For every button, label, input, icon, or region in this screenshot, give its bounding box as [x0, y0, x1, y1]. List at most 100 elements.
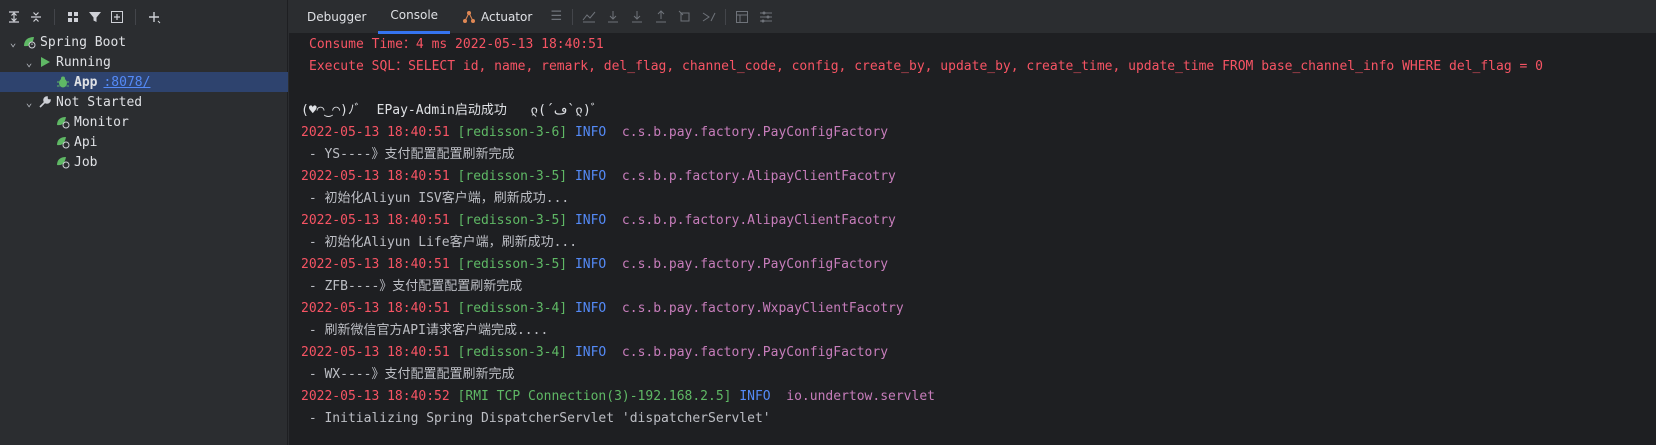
log-header-line: 2022-05-13 18:40:51 [redisson-3-4] INFO … [301, 298, 1656, 320]
tab-bar: Debugger Console Actuator ☰ [289, 0, 1656, 34]
spring-app-icon [54, 114, 72, 130]
log-level: INFO [739, 389, 771, 404]
chevron-down-icon[interactable]: ⌄ [22, 96, 36, 109]
log-timestamp: 2022-05-13 18:40:51 [301, 125, 450, 140]
new-tab-icon[interactable] [107, 7, 127, 27]
wrench-icon [36, 94, 54, 110]
log-header-line: 2022-05-13 18:40:51 [redisson-3-4] INFO … [301, 342, 1656, 364]
run-icon [36, 54, 54, 70]
log-message-line: - 初始化Aliyun Life客户端，刷新成功... [301, 235, 578, 250]
spring-app-icon [54, 154, 72, 170]
log-message-line: - Initializing Spring DispatcherServlet … [301, 411, 771, 426]
log-logger[interactable]: c.s.b.pay.factory.PayConfigFactory [622, 125, 888, 140]
log-thread: [redisson-3-5] [457, 169, 568, 184]
tree-node-monitor[interactable]: Monitor [0, 112, 288, 132]
tree-node-job[interactable]: Job [0, 152, 288, 172]
log-level: INFO [574, 257, 607, 272]
log-header-line: 2022-05-13 18:40:52 [RMI TCP Connection(… [301, 386, 1656, 408]
step-into-icon[interactable] [625, 10, 649, 24]
log-header-line: 2022-05-13 18:40:51 [redisson-3-5] INFO … [301, 210, 1656, 232]
log-level: INFO [574, 213, 607, 228]
log-timestamp: 2022-05-13 18:40:51 [301, 257, 450, 272]
log-timestamp: 2022-05-13 18:40:51 [301, 213, 450, 228]
toolbar-separator [54, 9, 55, 25]
log-thread: [redisson-3-4] [457, 345, 568, 360]
debug-bug-icon [54, 74, 72, 90]
spring-app-icon [54, 134, 72, 150]
expand-all-icon[interactable] [4, 7, 24, 27]
tab-actuator[interactable]: Actuator [450, 0, 544, 34]
log-message-line: - ZFB----》支付配置配置刷新完成 [301, 279, 523, 294]
log-logger[interactable]: c.s.b.pay.factory.WxpayClientFacotry [622, 301, 904, 316]
log-entries: 2022-05-13 18:40:51 [redisson-3-6] INFO … [301, 122, 1656, 430]
log-logger[interactable]: io.undertow.servlet [786, 389, 935, 404]
log-thread: [RMI TCP Connection(3)-192.168.2.5] [457, 389, 732, 404]
tree-label: Running [56, 54, 111, 70]
log-header-line: 2022-05-13 18:40:51 [redisson-3-5] INFO … [301, 166, 1656, 188]
services-toolbar [0, 0, 287, 34]
log-logger[interactable]: c.s.b.p.factory.AlipayClientFacotry [622, 213, 896, 228]
filter-icon[interactable] [85, 7, 105, 27]
toolbar-separator [572, 8, 574, 25]
log-level: INFO [574, 301, 607, 316]
log-message-line: - WX----》支付配置配置刷新完成 [301, 367, 515, 382]
log-timestamp: 2022-05-13 18:40:51 [301, 169, 450, 184]
tree-node-app[interactable]: App :8078/ [0, 72, 288, 92]
tree-node-running[interactable]: ⌄ Running [0, 52, 288, 72]
trace-settings-icon[interactable] [754, 10, 778, 24]
spring-boot-icon [20, 34, 38, 50]
log-logger[interactable]: c.s.b.pay.factory.PayConfigFactory [622, 345, 888, 360]
log-timestamp: 2022-05-13 18:40:51 [301, 345, 450, 360]
actuator-icon [462, 10, 476, 24]
show-execution-point-icon[interactable] [577, 10, 601, 24]
console-output[interactable]: Consume Time：4 ms 2022-05-13 18:40:51 Ex… [289, 34, 1656, 445]
tab-debugger[interactable]: Debugger [295, 0, 378, 34]
collapse-all-icon[interactable] [26, 7, 46, 27]
log-header-line: 2022-05-13 18:40:51 [redisson-3-5] INFO … [301, 254, 1656, 276]
tree-node-api[interactable]: Api [0, 132, 288, 152]
menu-icon[interactable]: ☰ [544, 9, 568, 24]
chevron-down-icon[interactable]: ⌄ [22, 56, 36, 69]
tree-node-not-started[interactable]: ⌄ Not Started [0, 92, 288, 112]
log-header-line: 2022-05-13 18:40:51 [redisson-3-6] INFO … [301, 122, 1656, 144]
services-tree: ⌄ Spring Boot ⌄ Running App :8078/ ⌄ Not… [0, 32, 288, 172]
log-thread: [redisson-3-4] [457, 301, 568, 316]
log-thread: [redisson-3-5] [457, 257, 568, 272]
tree-label: Job [74, 154, 98, 170]
tree-label: Api [74, 134, 98, 150]
log-timestamp: 2022-05-13 18:40:51 [301, 301, 450, 316]
consume-time-line: Consume Time：4 ms 2022-05-13 18:40:51 [309, 37, 604, 52]
drop-frame-icon[interactable] [673, 10, 697, 24]
tree-label: App [74, 74, 98, 90]
port-link[interactable]: :8078/ [103, 75, 150, 90]
log-level: INFO [574, 169, 607, 184]
tree-label: Monitor [74, 114, 129, 130]
group-icon[interactable] [63, 7, 83, 27]
add-icon[interactable] [144, 7, 164, 27]
log-thread: [redisson-3-6] [457, 125, 568, 140]
log-thread: [redisson-3-5] [457, 213, 568, 228]
toolbar-separator [725, 8, 727, 25]
services-panel: ⌄ Spring Boot ⌄ Running App :8078/ ⌄ Not… [0, 0, 288, 445]
run-to-cursor-icon[interactable] [697, 10, 721, 24]
step-over-icon[interactable] [601, 10, 625, 24]
evaluate-expression-icon[interactable] [730, 10, 754, 24]
log-message-line: - YS----》支付配置配置刷新完成 [301, 147, 515, 162]
log-level: INFO [574, 345, 607, 360]
toolbar-separator [135, 9, 136, 25]
tree-node-spring-boot[interactable]: ⌄ Spring Boot [0, 32, 288, 52]
tab-label: Actuator [481, 9, 533, 24]
tab-console[interactable]: Console [378, 0, 451, 34]
console-panel: Debugger Console Actuator ☰ Consume Time… [289, 0, 1656, 445]
log-message-line: - 初始化Aliyun ISV客户端，刷新成功... [301, 191, 570, 206]
log-logger[interactable]: c.s.b.p.factory.AlipayClientFacotry [622, 169, 896, 184]
tree-label: Not Started [56, 94, 143, 110]
log-logger[interactable]: c.s.b.pay.factory.PayConfigFactory [622, 257, 888, 272]
chevron-down-icon[interactable]: ⌄ [6, 36, 20, 49]
step-out-icon[interactable] [649, 9, 673, 24]
log-level: INFO [574, 125, 607, 140]
execute-sql-line: Execute SQL：SELECT id, name, remark, del… [309, 59, 1543, 74]
startup-banner-line: (♥◠‿◠)ﾉﾞ EPay-Admin启动成功 ლ(´ڡ`ლ)ﾞ [301, 103, 598, 118]
tab-label: Console [390, 8, 439, 22]
